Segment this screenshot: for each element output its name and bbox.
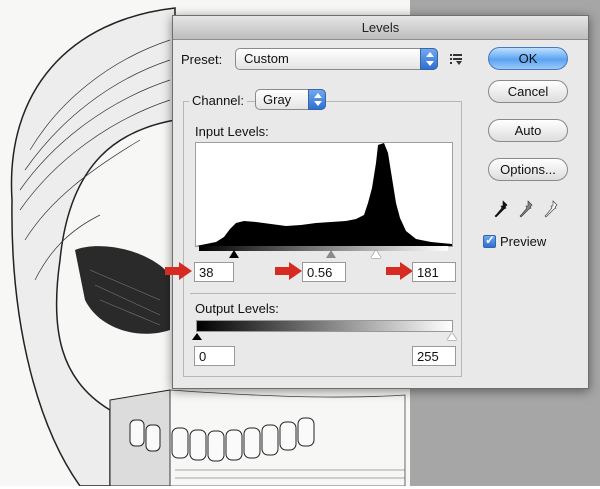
input-levels-label: Input Levels: <box>195 124 269 139</box>
dialog-title: Levels <box>361 20 400 35</box>
input-midtone-slider-handle[interactable] <box>326 250 336 258</box>
preset-label: Preset: <box>181 52 223 67</box>
input-shadows-field[interactable]: 38 <box>194 262 234 282</box>
histogram <box>195 142 453 247</box>
preset-value: Custom <box>244 51 289 66</box>
output-levels-label: Output Levels: <box>195 301 279 316</box>
output-highlights-field[interactable]: 255 <box>412 346 456 366</box>
input-levels-slider[interactable] <box>196 249 452 260</box>
gray-point-eyedropper-icon[interactable] <box>519 200 533 218</box>
black-point-eyedropper-icon[interactable] <box>494 200 508 218</box>
preset-stepper-icon <box>420 48 438 70</box>
channel-value: Gray <box>263 92 292 107</box>
white-point-eyedropper-icon[interactable] <box>544 200 558 218</box>
output-gradient-bar[interactable] <box>196 320 453 332</box>
levels-divider <box>190 293 456 294</box>
input-highlight-slider-handle[interactable] <box>371 250 381 258</box>
channel-dropdown[interactable]: Gray <box>255 89 326 110</box>
preset-options-icon[interactable] <box>450 52 464 66</box>
ok-button[interactable]: OK <box>488 47 568 70</box>
input-shadow-slider-handle[interactable] <box>229 250 239 258</box>
output-shadow-slider-handle[interactable] <box>192 333 202 340</box>
histogram-graph <box>196 143 452 246</box>
output-highlight-slider-handle[interactable] <box>447 333 457 340</box>
input-midtones-field[interactable]: 0.56 <box>302 262 346 282</box>
output-shadows-field[interactable]: 0 <box>194 346 235 366</box>
red-arrow-icon <box>386 262 413 280</box>
red-arrow-icon <box>275 262 302 280</box>
options-button[interactable]: Options... <box>488 158 568 181</box>
channel-stepper-icon <box>308 89 326 110</box>
channel-label: Channel: <box>189 93 248 108</box>
input-highlights-field[interactable]: 181 <box>412 262 456 282</box>
auto-button[interactable]: Auto <box>488 119 568 142</box>
preview-checkbox[interactable]: ✓ <box>483 233 496 248</box>
cancel-button[interactable]: Cancel <box>488 80 568 103</box>
red-arrow-icon <box>165 262 192 280</box>
preview-label: Preview <box>500 234 547 249</box>
checkmark-icon: ✓ <box>485 233 496 247</box>
dialog-titlebar[interactable]: Levels <box>173 16 588 40</box>
preset-dropdown[interactable]: Custom <box>235 48 438 70</box>
